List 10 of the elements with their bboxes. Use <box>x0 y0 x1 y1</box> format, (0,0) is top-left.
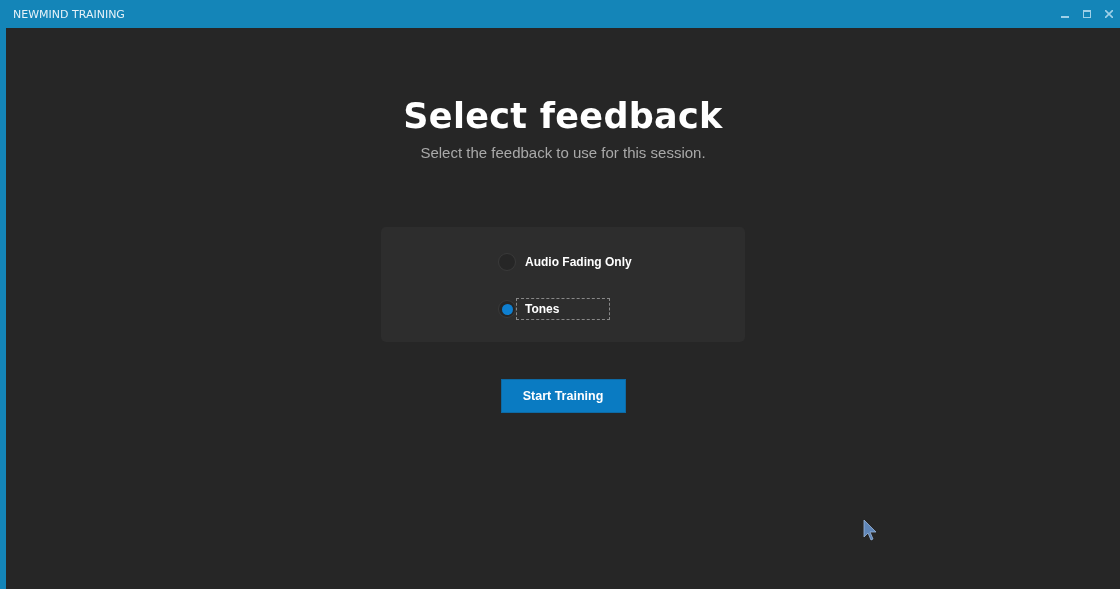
page-heading: Select feedback <box>403 96 723 136</box>
close-icon[interactable] <box>1105 10 1113 18</box>
page-subtitle: Select the feedback to use for this session. <box>420 144 706 161</box>
start-training-button[interactable]: Start Training <box>500 379 626 413</box>
radio-label[interactable]: Audio Fading Only <box>516 251 683 273</box>
window-title: NEWMIND TRAINING <box>13 7 126 21</box>
radio-button[interactable] <box>498 300 516 318</box>
radio-label[interactable]: Tones <box>516 298 611 320</box>
maximize-icon[interactable] <box>1083 10 1091 18</box>
mouse-cursor-icon <box>863 519 877 541</box>
